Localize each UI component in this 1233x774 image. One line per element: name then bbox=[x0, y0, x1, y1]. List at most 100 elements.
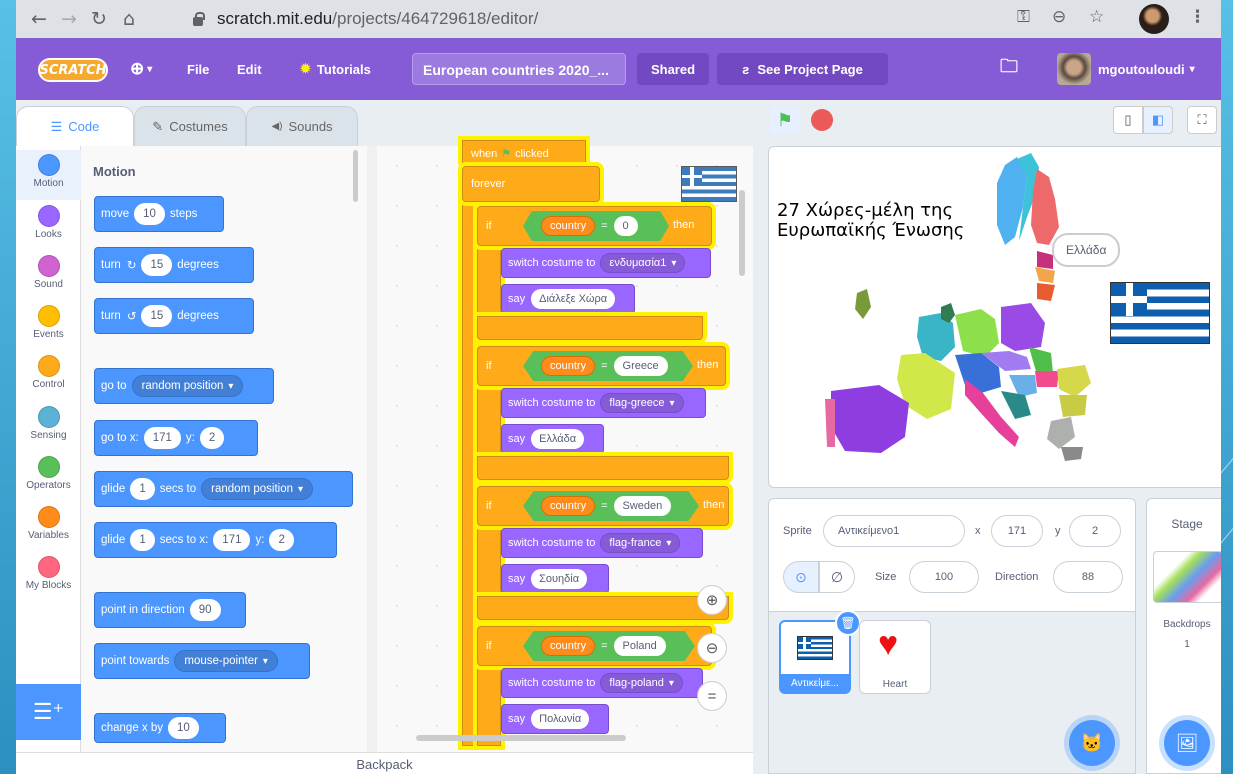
add-sprite-button[interactable]: 🐱 bbox=[1069, 720, 1115, 766]
y-position-input[interactable]: 2 bbox=[1069, 515, 1121, 547]
account-menu[interactable]: mgoutouloudi ▾ bbox=[1098, 38, 1195, 100]
address-bar[interactable]: scratch.mit.edu/projects/464729618/edito… bbox=[193, 5, 983, 33]
if-2-say-input[interactable]: Ελλάδα bbox=[531, 429, 585, 449]
block-change-x[interactable]: change x by 10 bbox=[94, 713, 226, 743]
if-4-variable[interactable]: country bbox=[541, 636, 596, 656]
tab-sounds[interactable]: ◀) Sounds bbox=[246, 106, 358, 146]
add-extension-button[interactable]: ☰⁺ bbox=[16, 684, 81, 740]
turn-left-input[interactable]: 15 bbox=[141, 305, 173, 327]
category-sound[interactable]: Sound bbox=[16, 251, 81, 301]
if-2-switch-costume[interactable]: switch costume to flag-greece bbox=[501, 388, 706, 418]
glide-secs-input[interactable]: 1 bbox=[130, 478, 155, 500]
project-title-input[interactable]: European countries 2020_... bbox=[412, 53, 626, 85]
if-4-condition[interactable]: country = Poland bbox=[523, 631, 695, 661]
go-to-y-input[interactable]: 2 bbox=[199, 427, 225, 449]
zoom-in-button[interactable]: ⊕ bbox=[697, 585, 727, 615]
glide-x-input[interactable]: 171 bbox=[213, 529, 251, 551]
block-point-towards[interactable]: point towards mouse-pointer bbox=[94, 643, 310, 679]
sprite-name-input[interactable]: Αντικείμενο1 bbox=[823, 515, 965, 547]
script-horizontal-scrollbar[interactable] bbox=[416, 735, 626, 741]
glide-xy-secs-input[interactable]: 1 bbox=[130, 529, 155, 551]
zoom-out-button[interactable]: ⊖ bbox=[697, 633, 727, 663]
category-sensing[interactable]: Sensing bbox=[16, 402, 81, 452]
see-project-page-button[interactable]: ƨ See Project Page bbox=[717, 53, 888, 85]
size-input[interactable]: 100 bbox=[909, 561, 979, 593]
if-1-say-input[interactable]: Διάλεξε Χώρα bbox=[531, 289, 616, 309]
direction-input[interactable]: 90 bbox=[189, 599, 221, 621]
block-go-to[interactable]: go to random position bbox=[94, 368, 274, 404]
category-motion[interactable]: Motion bbox=[16, 150, 81, 200]
if-4-say[interactable]: say Πολωνία bbox=[501, 704, 609, 734]
if-1-switch-costume[interactable]: switch costume to ενδυμασία1 bbox=[501, 248, 711, 278]
go-to-dropdown[interactable]: random position bbox=[131, 375, 244, 397]
language-icon[interactable]: ⊕ ▾ bbox=[130, 38, 152, 100]
if-3-switch-costume[interactable]: switch costume to flag-france bbox=[501, 528, 703, 558]
if-3-costume-dropdown[interactable]: flag-france bbox=[600, 533, 681, 553]
if-2-value[interactable]: Greece bbox=[613, 356, 668, 376]
palette-scroll-thumb[interactable] bbox=[353, 150, 358, 202]
if-2-costume-dropdown[interactable]: flag-greece bbox=[600, 393, 684, 413]
if-3-condition[interactable]: country = Sweden bbox=[523, 491, 699, 521]
if-2-variable[interactable]: country bbox=[541, 356, 596, 376]
category-events[interactable]: Events bbox=[16, 301, 81, 351]
block-go-to-xy[interactable]: go to x: 171 y: 2 bbox=[94, 420, 258, 456]
if-1-say[interactable]: say Διάλεξε Χώρα bbox=[501, 284, 635, 314]
palette-scrollbar[interactable] bbox=[367, 146, 377, 752]
star-icon[interactable]: ☆ bbox=[1089, 7, 1104, 27]
if-4-say-input[interactable]: Πολωνία bbox=[531, 709, 590, 729]
edit-menu[interactable]: Edit bbox=[237, 38, 262, 100]
category-operators[interactable]: Operators bbox=[16, 452, 81, 502]
reload-icon[interactable]: ↻ bbox=[84, 8, 114, 30]
if-1-value[interactable]: 0 bbox=[613, 216, 638, 236]
shared-button[interactable]: Shared bbox=[637, 53, 709, 85]
script-vertical-scrollbar[interactable] bbox=[739, 190, 745, 276]
backdrop-thumbnail[interactable] bbox=[1153, 551, 1221, 603]
if-3-value[interactable]: Sweden bbox=[613, 496, 672, 516]
sprite-tile-selected[interactable]: Αντικείμε... 🗑 bbox=[779, 610, 861, 694]
large-stage-button[interactable]: ◧ bbox=[1143, 106, 1173, 134]
block-point-in-direction[interactable]: point in direction 90 bbox=[94, 592, 246, 628]
turn-right-input[interactable]: 15 bbox=[141, 254, 173, 276]
zoom-icon[interactable]: ⊖ bbox=[1052, 7, 1066, 27]
if-4-switch-costume[interactable]: switch costume to flag-poland bbox=[501, 668, 703, 698]
stage-canvas[interactable]: 27 Χώρες-μέλη της Ευρωπαϊκής Ένωσης Ελλάδ… bbox=[768, 146, 1221, 488]
green-flag-button[interactable]: ⚑ bbox=[770, 106, 800, 134]
show-sprite-button[interactable]: ⊙ bbox=[783, 561, 819, 593]
home-icon[interactable]: ⌂ bbox=[114, 8, 144, 30]
back-icon[interactable]: ← bbox=[24, 8, 54, 30]
fullscreen-button[interactable]: ⛶ bbox=[1187, 106, 1217, 134]
if-3-say-input[interactable]: Σουηδία bbox=[531, 569, 588, 589]
direction-input-field[interactable]: 88 bbox=[1053, 561, 1123, 593]
if-4-costume-dropdown[interactable]: flag-poland bbox=[600, 673, 683, 693]
if-2-condition[interactable]: country = Greece bbox=[523, 351, 693, 381]
point-towards-dropdown[interactable]: mouse-pointer bbox=[174, 650, 278, 672]
tab-costumes[interactable]: ✎ Costumes bbox=[134, 106, 246, 146]
block-turn-right[interactable]: turn ↻ 15 degrees bbox=[94, 247, 254, 283]
move-steps-input[interactable]: 10 bbox=[134, 203, 165, 225]
glide-to-dropdown[interactable]: random position bbox=[201, 478, 314, 500]
scratch-logo[interactable]: SCRATCH bbox=[38, 58, 108, 82]
category-looks[interactable]: Looks bbox=[16, 201, 81, 251]
category-variables[interactable]: Variables bbox=[16, 502, 81, 552]
glide-y-input[interactable]: 2 bbox=[269, 529, 294, 551]
my-stuff-icon[interactable]: 🗀 bbox=[1000, 38, 1018, 100]
if-4-value[interactable]: Poland bbox=[613, 636, 666, 656]
category-control[interactable]: Control bbox=[16, 351, 81, 401]
if-1-variable[interactable]: country bbox=[541, 216, 596, 236]
if-1-condition[interactable]: country = 0 bbox=[523, 211, 669, 241]
go-to-x-input[interactable]: 171 bbox=[143, 427, 181, 449]
more-icon[interactable]: ⋮ bbox=[1189, 7, 1206, 27]
add-backdrop-button[interactable]: 🖼 bbox=[1164, 720, 1210, 766]
tab-code[interactable]: ☰ Code bbox=[16, 106, 134, 146]
stop-button[interactable] bbox=[811, 109, 833, 131]
block-glide-to-xy[interactable]: glide 1 secs to x: 171 y: 2 bbox=[94, 522, 337, 558]
greek-flag-sprite[interactable] bbox=[1110, 282, 1210, 344]
if-3-variable[interactable]: country bbox=[541, 496, 596, 516]
delete-sprite-icon[interactable]: 🗑 bbox=[835, 610, 861, 636]
block-turn-left[interactable]: turn ↺ 15 degrees bbox=[94, 298, 254, 334]
reset-zoom-button[interactable]: = bbox=[697, 681, 727, 711]
hat-block-when-flag-clicked[interactable]: when ⚑ clicked bbox=[462, 140, 586, 166]
user-avatar[interactable] bbox=[1057, 53, 1091, 85]
change-x-input[interactable]: 10 bbox=[168, 717, 199, 739]
if-3-say[interactable]: say Σουηδία bbox=[501, 564, 609, 594]
